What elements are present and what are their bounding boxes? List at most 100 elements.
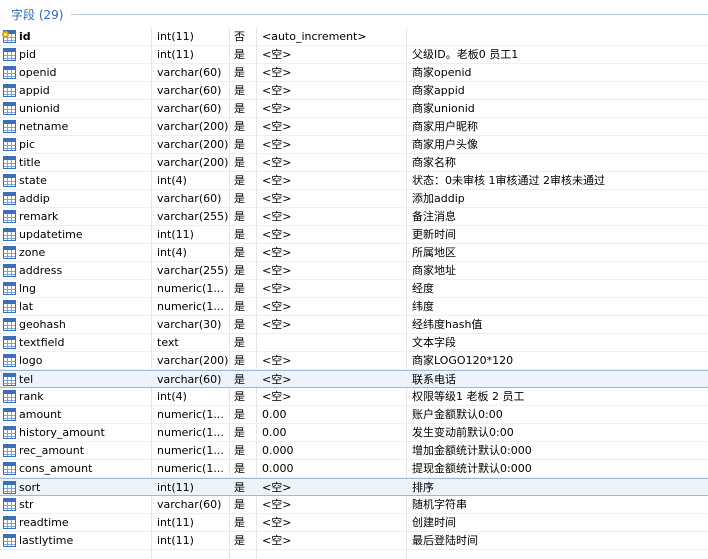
table-field-icon — [3, 498, 16, 511]
field-type: numeric(1... — [157, 462, 224, 475]
table-row[interactable]: netname varchar(200) 是 <空> 商家用户昵称 — [0, 118, 708, 136]
table-field-icon — [3, 373, 16, 386]
field-nullable: 是 — [234, 426, 245, 439]
field-nullable: 是 — [234, 462, 245, 475]
table-field-icon — [3, 300, 16, 313]
table-row[interactable]: logo varchar(200) 是 <空> 商家LOGO120*120 — [0, 352, 708, 370]
table-row[interactable]: title varchar(200) 是 <空> 商家名称 — [0, 154, 708, 172]
field-default: <空> — [262, 354, 292, 367]
field-type: varchar(60) — [157, 498, 222, 511]
table-field-icon — [3, 156, 16, 169]
field-comment: 父级ID。老板0 员工1 — [412, 48, 519, 61]
field-name: remark — [19, 210, 59, 223]
section-divider — [71, 14, 708, 15]
field-type: numeric(1... — [157, 444, 224, 457]
field-nullable: 是 — [234, 481, 245, 494]
table-row[interactable]: str varchar(60) 是 <空> 随机字符串 — [0, 496, 708, 514]
table-row[interactable]: appid varchar(60) 是 <空> 商家appid — [0, 82, 708, 100]
table-row[interactable]: lastlytime int(11) 是 <空> 最后登陆时间 — [0, 532, 708, 550]
field-type: int(11) — [157, 30, 194, 43]
table-row[interactable]: pic varchar(200) 是 <空> 商家用户头像 — [0, 136, 708, 154]
table-row[interactable]: tel varchar(60) 是 <空> 联系电话 — [0, 370, 708, 388]
table-row[interactable]: pid int(11) 是 <空> 父级ID。老板0 员工1 — [0, 46, 708, 64]
field-name: netname — [19, 120, 69, 133]
table-row[interactable]: state int(4) 是 <空> 状态：0未审核 1审核通过 2审核未通过 — [0, 172, 708, 190]
table-row[interactable]: openid varchar(60) 是 <空> 商家openid — [0, 64, 708, 82]
field-name: history_amount — [19, 426, 105, 439]
table-field-icon — [3, 444, 16, 457]
field-nullable: 是 — [234, 246, 245, 259]
field-name: address — [19, 264, 63, 277]
table-row[interactable]: history_amount numeric(1... 是 0.00 发生变动前默认0:… — [0, 424, 708, 442]
table-row[interactable]: address varchar(255) 是 <空> 商家地址 — [0, 262, 708, 280]
field-comment: 商家appid — [412, 84, 465, 97]
table-row[interactable]: lng numeric(1... 是 <空> 经度 — [0, 280, 708, 298]
field-default: <空> — [262, 264, 292, 277]
table-field-icon — [3, 84, 16, 97]
table-row[interactable]: rank int(4) 是 <空> 权限等级1 老板 2 员工 — [0, 388, 708, 406]
field-nullable: 是 — [234, 408, 245, 421]
field-comment: 排序 — [412, 481, 434, 494]
field-nullable: 是 — [234, 516, 245, 529]
field-name: geohash — [19, 318, 66, 331]
table-field-icon — [3, 516, 16, 529]
field-default: <空> — [262, 156, 292, 169]
field-nullable: 是 — [234, 192, 245, 205]
field-comment: 最后登陆时间 — [412, 534, 478, 547]
field-type: varchar(255) — [157, 264, 229, 277]
field-nullable: 是 — [234, 498, 245, 511]
field-type: numeric(1... — [157, 282, 224, 295]
table-row[interactable]: zone int(4) 是 <空> 所属地区 — [0, 244, 708, 262]
field-nullable: 是 — [234, 120, 245, 133]
table-row[interactable]: sort int(11) 是 <空> 排序 — [0, 478, 708, 496]
field-comment: 商家名称 — [412, 156, 456, 169]
field-default: <空> — [262, 174, 292, 187]
table-row[interactable]: unionid varchar(60) 是 <空> 商家unionid — [0, 100, 708, 118]
field-nullable: 是 — [234, 534, 245, 547]
table-row[interactable]: geohash varchar(30) 是 <空> 经纬度hash值 — [0, 316, 708, 334]
table-field-icon — [3, 174, 16, 187]
table-row[interactable]: remark varchar(255) 是 <空> 备注消息 — [0, 208, 708, 226]
field-comment: 账户金额默认0:00 — [412, 408, 503, 421]
field-name: state — [19, 174, 47, 187]
key-icon — [2, 31, 9, 38]
field-default: 0.00 — [262, 426, 287, 439]
field-name: lat — [19, 300, 34, 313]
field-name: logo — [19, 354, 43, 367]
table-row[interactable]: id int(11) 否 <auto_increment> — [0, 28, 708, 46]
table-field-icon — [3, 210, 16, 223]
field-default — [262, 334, 402, 352]
field-default: 0.000 — [262, 462, 294, 475]
field-name: str — [19, 498, 34, 511]
table-field-icon — [3, 481, 16, 494]
field-type: numeric(1... — [157, 408, 224, 421]
field-nullable: 是 — [234, 66, 245, 79]
field-comment: 经纬度hash值 — [412, 318, 483, 331]
field-default: <空> — [262, 516, 292, 529]
field-comment: 状态：0未审核 1审核通过 2审核未通过 — [412, 174, 605, 187]
fields-section-header[interactable]: 字段 (29) — [0, 0, 708, 28]
field-default: <空> — [262, 300, 292, 313]
field-default: <空> — [262, 120, 292, 133]
table-row[interactable]: rec_amount numeric(1... 是 0.000 增加金额统计默认0:00… — [0, 442, 708, 460]
field-default: <空> — [262, 282, 292, 295]
field-nullable: 是 — [234, 444, 245, 457]
table-row[interactable]: readtime int(11) 是 <空> 创建时间 — [0, 514, 708, 532]
field-name: lastlytime — [19, 534, 74, 547]
table-row[interactable]: updatetime int(11) 是 <空> 更新时间 — [0, 226, 708, 244]
field-type: varchar(60) — [157, 84, 222, 97]
table-row[interactable]: cons_amount numeric(1... 是 0.000 提现金额统计默认0:0… — [0, 460, 708, 478]
table-row[interactable]: textfield text 是 文本字段 — [0, 334, 708, 352]
field-default: <空> — [262, 498, 292, 511]
field-name: unionid — [19, 102, 60, 115]
field-type: int(11) — [157, 481, 194, 494]
field-type: int(11) — [157, 534, 194, 547]
table-row[interactable]: lat numeric(1... 是 <空> 纬度 — [0, 298, 708, 316]
table-row[interactable]: addip varchar(60) 是 <空> 添加addip — [0, 190, 708, 208]
field-name: title — [19, 156, 41, 169]
table-field-icon — [3, 192, 16, 205]
table-row[interactable]: amount numeric(1... 是 0.00 账户金额默认0:00 — [0, 406, 708, 424]
field-comment: 提现金额统计默认0:000 — [412, 462, 532, 475]
field-nullable: 是 — [234, 336, 245, 349]
table-field-icon — [3, 354, 16, 367]
